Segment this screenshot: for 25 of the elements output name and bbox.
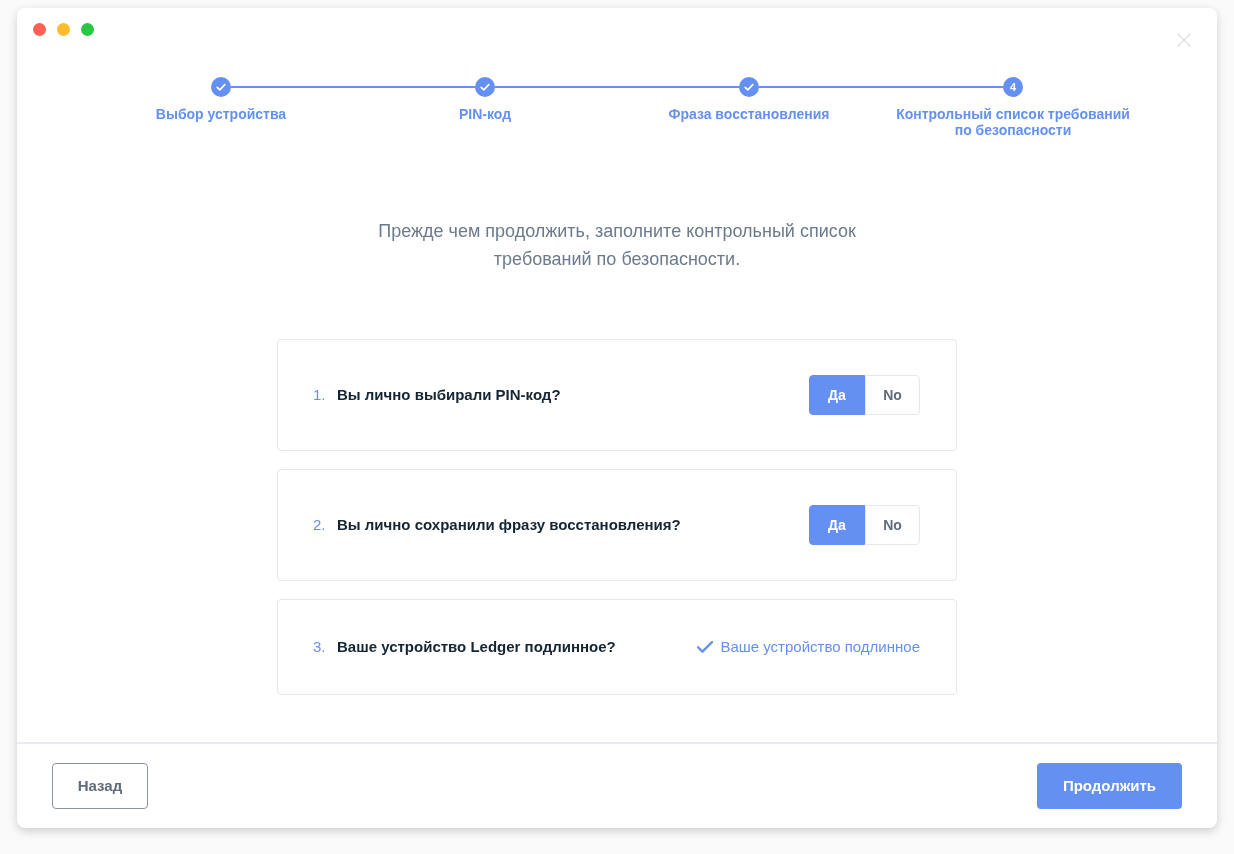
verification-status: Ваше устройство подлинное <box>720 636 920 657</box>
close-button[interactable] <box>1177 33 1191 47</box>
close-icon <box>1177 33 1191 47</box>
intro-text: Прежде чем продолжить, заполните контрольный список требований по безопасности. <box>377 220 857 271</box>
question-text: Вы лично выбирали PIN-код? <box>337 384 561 405</box>
zoom-dot-icon[interactable] <box>81 23 94 36</box>
step-label: Выбор устройства <box>155 106 287 124</box>
continue-button[interactable]: Продолжить <box>1037 763 1182 809</box>
answer-option[interactable]: No <box>865 505 920 545</box>
question-number: 3. <box>313 636 327 657</box>
check-icon <box>697 641 714 653</box>
answer-option[interactable]: Да <box>809 505 865 545</box>
answer-option[interactable]: Да <box>809 375 865 415</box>
step-label: Контрольный список требований по безопасности <box>895 106 1131 138</box>
question-number: 2. <box>313 514 327 535</box>
step-number: 4 <box>1003 77 1023 97</box>
step-label: PIN-код <box>458 106 512 124</box>
back-button[interactable]: Назад <box>52 763 148 809</box>
question-number: 1. <box>313 384 327 405</box>
question-text: Вы лично сохранили фразу восстановления? <box>337 514 681 535</box>
answer-option[interactable]: No <box>865 375 920 415</box>
close-dot-icon[interactable] <box>33 23 46 36</box>
minimize-dot-icon[interactable] <box>57 23 70 36</box>
step-label: Фраза восстановления <box>668 106 830 124</box>
question-text: Ваше устройство Ledger подлинное? <box>337 636 616 657</box>
